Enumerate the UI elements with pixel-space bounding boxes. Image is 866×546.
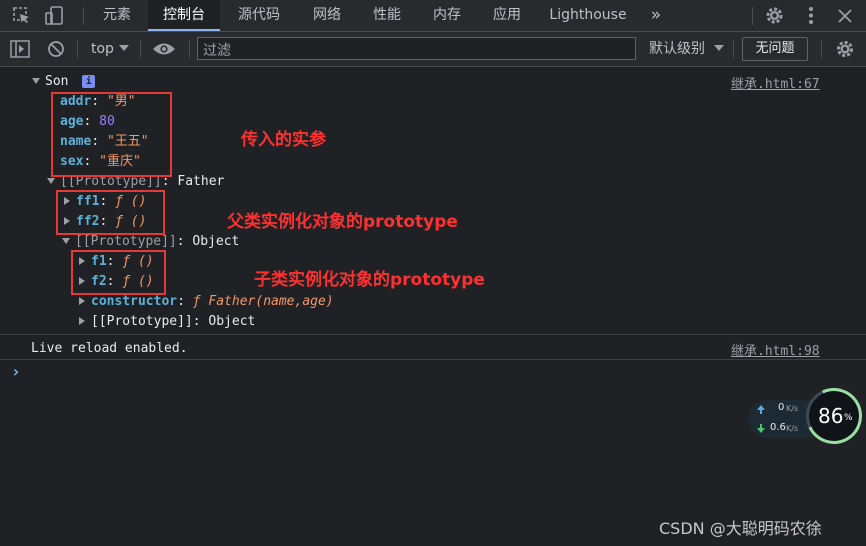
message-divider	[0, 359, 866, 360]
inspect-element-icon[interactable]	[12, 6, 32, 26]
prototype-value: : Object	[176, 234, 240, 249]
devtools-tab-bar: 元素 控制台 源代码 网络 性能 内存 应用 Lighthouse »	[0, 0, 866, 32]
more-tabs-button[interactable]: »	[644, 0, 668, 31]
more-options-icon[interactable]	[801, 5, 821, 26]
expand-triangle-icon[interactable]	[32, 78, 40, 84]
annotation-text: 传入的实参	[241, 130, 326, 150]
divider	[140, 40, 141, 58]
source-link[interactable]: 继承.html:98	[731, 340, 820, 359]
download-arrow-icon	[757, 424, 765, 433]
expand-triangle-icon[interactable]	[62, 238, 70, 244]
usage-gauge[interactable]: 86 %	[798, 380, 866, 452]
constructor-row[interactable]: constructor: ƒ Father(name,age)	[79, 292, 334, 312]
show-sidebar-icon[interactable]	[10, 40, 30, 58]
settings-gear-icon[interactable]	[764, 5, 785, 26]
object-name: Son	[45, 74, 69, 89]
tab-elements[interactable]: 元素	[90, 0, 144, 31]
chevron-down-icon	[714, 45, 724, 51]
prototype-key: [[Prototype]]	[91, 314, 193, 329]
tab-sources[interactable]: 源代码	[226, 0, 292, 31]
info-badge-icon[interactable]: i	[82, 75, 96, 88]
annotation-text: 子类实例化对象的prototype	[254, 270, 485, 290]
constructor-value: ƒ Father(name,age)	[192, 294, 334, 309]
divider	[733, 40, 734, 58]
issues-button[interactable]: 无问题	[742, 37, 808, 61]
chevron-down-icon	[119, 45, 129, 51]
console-toolbar: top 过滤 默认级别 无问题	[0, 32, 866, 67]
highlight-box	[56, 190, 165, 235]
tab-application[interactable]: 应用	[482, 0, 532, 31]
tab-network[interactable]: 网络	[300, 0, 354, 31]
usage-percent-unit: %	[844, 413, 853, 423]
prototype-object-row[interactable]: [[Prototype]]: Object	[62, 232, 239, 252]
highlight-box	[71, 250, 166, 295]
tab-performance[interactable]: 性能	[362, 0, 412, 31]
console-settings-gear-icon[interactable]	[835, 39, 855, 59]
message-divider	[0, 334, 866, 335]
context-selector[interactable]: top	[91, 39, 114, 59]
upload-arrow-icon	[757, 405, 765, 414]
filter-input[interactable]: 过滤	[197, 37, 636, 60]
divider	[83, 7, 84, 25]
upload-speed: 0	[778, 402, 785, 413]
source-link[interactable]: 继承.html:67	[731, 73, 820, 92]
divider	[752, 7, 753, 25]
annotation-text: 父类实例化对象的prototype	[227, 212, 458, 232]
tab-memory[interactable]: 内存	[421, 0, 473, 31]
divider	[821, 40, 822, 58]
expand-triangle-icon[interactable]	[47, 178, 55, 184]
divider	[77, 40, 78, 58]
highlight-box	[51, 92, 172, 177]
prototype-key: [[Prototype]]	[75, 234, 177, 249]
prototype-value: : Object	[192, 314, 256, 329]
expand-triangle-icon[interactable]	[79, 297, 85, 305]
expand-triangle-icon[interactable]	[79, 317, 85, 325]
clear-console-icon[interactable]	[47, 40, 65, 58]
tab-lighthouse[interactable]: Lighthouse	[545, 0, 631, 31]
object-son-header[interactable]: Son i	[32, 72, 96, 92]
log-levels-dropdown[interactable]: 默认级别	[649, 39, 705, 59]
usage-percent: 86	[818, 404, 844, 428]
download-speed: 0.6	[770, 422, 786, 433]
live-expression-eye-icon[interactable]	[152, 41, 176, 57]
close-icon[interactable]	[835, 6, 855, 26]
upload-unit: K/s	[786, 404, 799, 413]
prototype-object-row[interactable]: [[Prototype]]: Object	[79, 312, 255, 332]
tab-console[interactable]: 控制台	[148, 0, 220, 31]
console-prompt[interactable]: ›	[11, 362, 21, 382]
live-reload-message: Live reload enabled.	[31, 341, 188, 356]
constructor-key: constructor	[91, 294, 178, 309]
download-unit: K/s	[786, 424, 799, 433]
filter-placeholder: 过滤	[203, 43, 231, 59]
divider	[189, 40, 190, 58]
device-toolbar-icon[interactable]	[44, 5, 66, 27]
watermark: CSDN @大聪明码农徐	[659, 519, 822, 538]
